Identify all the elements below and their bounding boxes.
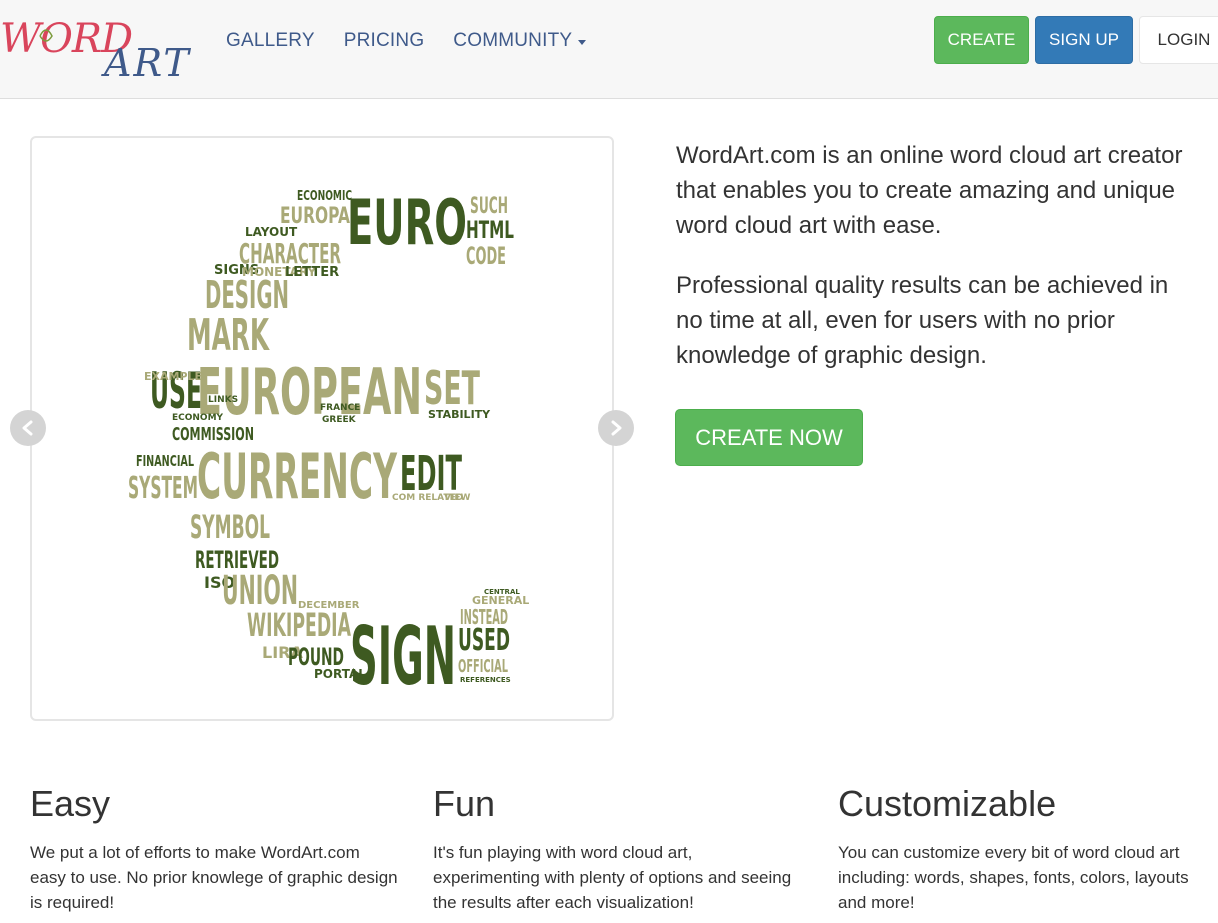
svg-text:ART: ART — [101, 41, 191, 80]
svg-text:WIKIPEDIA: WIKIPEDIA — [247, 606, 351, 644]
svg-text:SET: SET — [424, 361, 480, 415]
svg-text:LETTER: LETTER — [285, 265, 339, 280]
chevron-left-icon — [22, 420, 33, 436]
svg-text:MARK: MARK — [187, 310, 270, 361]
svg-text:GREEK: GREEK — [322, 415, 357, 425]
svg-text:SYSTEM: SYSTEM — [128, 471, 198, 506]
euro-word-cloud-image: EURO EUROPA ECONOMIC SUCH HTML CODE CHAR… — [128, 186, 529, 703]
word-cloud-carousel: EURO EUROPA ECONOMIC SUCH HTML CODE CHAR… — [30, 136, 614, 721]
feature-text: You can customize every bit of word clou… — [838, 843, 1189, 912]
svg-text:VIEW: VIEW — [444, 493, 470, 503]
feature-fun: Fun It's fun playing with word cloud art… — [433, 782, 803, 915]
nav-community-dropdown[interactable]: COMMUNITY — [453, 30, 587, 52]
svg-text:EURO: EURO — [347, 186, 467, 259]
carousel-next-button[interactable] — [598, 410, 634, 446]
carousel-prev-button[interactable] — [10, 410, 46, 446]
feature-text: We put a lot of efforts to make WordArt.… — [30, 843, 398, 912]
svg-text:ECONOMY: ECONOMY — [172, 413, 224, 423]
wordart-logo-graphic: WORD ART — [0, 16, 191, 80]
create-now-button[interactable]: CREATE NOW — [675, 409, 863, 466]
wordart-logo[interactable]: WORD ART — [0, 8, 200, 80]
svg-text:SYMBOL: SYMBOL — [190, 508, 270, 546]
svg-text:FRANCE: FRANCE — [320, 403, 360, 413]
svg-text:ECONOMIC: ECONOMIC — [297, 189, 352, 204]
svg-text:OFFICIAL: OFFICIAL — [458, 656, 508, 677]
svg-text:CURRENCY: CURRENCY — [197, 440, 398, 513]
svg-text:INSTEAD: INSTEAD — [460, 605, 508, 629]
feature-customizable: Customizable You can customize every bit… — [838, 782, 1208, 915]
feature-title: Easy — [30, 783, 111, 824]
create-button[interactable]: CREATE — [934, 16, 1029, 64]
feature-title: Fun — [433, 783, 496, 824]
svg-text:FINANCIAL: FINANCIAL — [136, 452, 194, 470]
caret-down-icon — [578, 39, 587, 45]
top-navbar: WORD ART GALLERY PRICING COMMUNITY CREAT… — [0, 0, 1218, 99]
hero-paragraph-2: Professional quality results can be achi… — [676, 272, 1169, 369]
sign-up-button[interactable]: SIGN UP — [1035, 16, 1133, 64]
svg-text:EXAMPLE: EXAMPLE — [144, 370, 202, 383]
nav-pricing-link[interactable]: PRICING — [344, 30, 425, 52]
hero-description: WordArt.com is an online word cloud art … — [676, 138, 1196, 398]
hero-paragraph-1: WordArt.com is an online word cloud art … — [676, 142, 1183, 239]
nav-gallery-link[interactable]: GALLERY — [226, 30, 315, 52]
nav-community-label: COMMUNITY — [453, 30, 573, 51]
feature-easy: Easy We put a lot of efforts to make Wor… — [30, 782, 400, 915]
svg-text:LINKS: LINKS — [208, 395, 238, 405]
svg-text:STABILITY: STABILITY — [428, 408, 491, 421]
chevron-right-icon — [611, 420, 622, 436]
svg-text:EUROPEAN: EUROPEAN — [197, 356, 422, 430]
svg-text:CODE: CODE — [466, 242, 506, 270]
svg-text:REFERENCES: REFERENCES — [460, 676, 511, 684]
svg-text:CENTRAL: CENTRAL — [484, 588, 520, 596]
svg-text:SIGN: SIGN — [350, 610, 456, 703]
svg-text:LAYOUT: LAYOUT — [245, 225, 298, 239]
feature-text: It's fun playing with word cloud art, ex… — [433, 843, 792, 912]
feature-title: Customizable — [838, 783, 1057, 824]
svg-text:HTML: HTML — [466, 216, 514, 244]
main-nav: GALLERY PRICING COMMUNITY — [226, 30, 587, 52]
login-button[interactable]: LOGIN — [1139, 16, 1218, 64]
